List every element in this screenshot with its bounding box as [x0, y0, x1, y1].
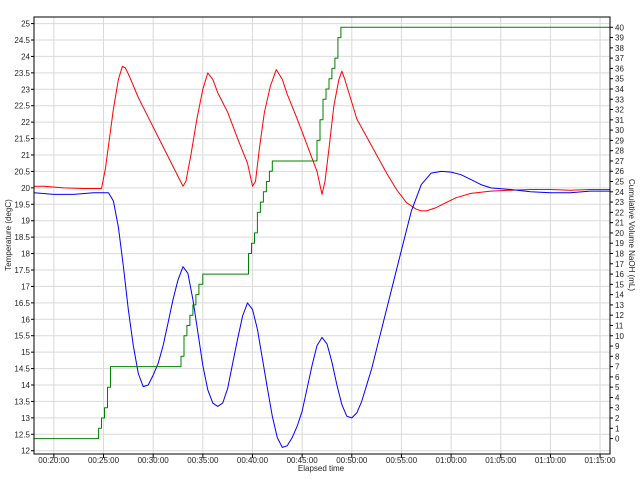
y-right-tick-label: 4 [615, 393, 620, 402]
y-right-tick-label: 40 [615, 23, 624, 32]
y-right-tick-label: 39 [615, 34, 624, 43]
y-left-tick-label: 20 [21, 184, 30, 193]
y-right-tick-label: 12 [615, 311, 624, 320]
y-left-tick-label: 16.5 [14, 299, 30, 308]
chart-container: 00:20:00 00:25:00 00:30:00 00:35:00 00:40:00… [0, 0, 640, 479]
y-right-tick-label: 5 [615, 383, 620, 392]
y-right-tick-label: 30 [615, 126, 624, 135]
x-tick-label: 00:35:00 [187, 456, 219, 465]
y-right-tick-label: 25 [615, 178, 624, 187]
y-left-tick-label: 22 [21, 118, 30, 127]
y-right-tick-label: 31 [615, 116, 624, 125]
y-left-tick-label: 21 [21, 151, 30, 160]
y-left-tick-label: 15 [21, 348, 30, 357]
x-tick-label: 00:55:00 [386, 456, 418, 465]
y-right-axis-title: Cumulative Volume NaOH (mL) [627, 179, 636, 291]
y-right-tick-label: 28 [615, 147, 624, 156]
y-right-tick-label: 22 [615, 208, 624, 217]
y-left-tick-label: 23 [21, 85, 30, 94]
y-left-tick-label: 17 [21, 282, 30, 291]
chart-svg: 00:20:00 00:25:00 00:30:00 00:35:00 00:40:00… [0, 0, 640, 479]
y-right-tick-label: 37 [615, 54, 624, 63]
y-right-tick-label: 35 [615, 75, 624, 84]
x-tick-label: 00:25:00 [88, 456, 120, 465]
y-left-tick-label: 19.5 [14, 200, 30, 209]
y-right-tick-label: 21 [615, 219, 624, 228]
chart-background [0, 0, 640, 479]
y-right-tick-label: 13 [615, 301, 624, 310]
y-right-tick-label: 1 [615, 424, 620, 433]
y-right-tick-label: 20 [615, 229, 624, 238]
y-right-tick-label: 38 [615, 44, 624, 53]
x-tick-label: 01:00:00 [436, 456, 468, 465]
y-right-tick-label: 17 [615, 260, 624, 269]
y-right-tick-label: 32 [615, 106, 624, 115]
y-right-tick-label: 16 [615, 270, 624, 279]
x-tick-label: 01:05:00 [485, 456, 517, 465]
y-right-tick-label: 27 [615, 157, 624, 166]
y-left-tick-label: 20.5 [14, 167, 30, 176]
y-left-tick-label: 23.5 [14, 69, 30, 78]
y-left-tick-label: 17.5 [14, 266, 30, 275]
x-tick-label: 00:20:00 [38, 456, 70, 465]
y-left-tick-label: 21.5 [14, 135, 30, 144]
y-left-tick-label: 19 [21, 217, 30, 226]
y-left-tick-label: 14.5 [14, 365, 30, 374]
y-right-tick-label: 26 [615, 167, 624, 176]
y-left-tick-label: 12.5 [14, 430, 30, 439]
y-right-tick-label: 10 [615, 332, 624, 341]
y-left-tick-label: 13.5 [14, 397, 30, 406]
x-tick-label: 01:15:00 [584, 456, 616, 465]
y-right-tick-label: 6 [615, 373, 620, 382]
y-right-tick-label: 34 [615, 85, 624, 94]
y-right-tick-label: 33 [615, 95, 624, 104]
y-right-tick-label: 24 [615, 188, 624, 197]
x-tick-label: 00:30:00 [138, 456, 170, 465]
x-tick-label: 00:40:00 [237, 456, 269, 465]
y-right-tick-label: 23 [615, 198, 624, 207]
y-right-tick-label: 11 [615, 321, 624, 330]
x-tick-label: 01:10:00 [535, 456, 567, 465]
y-right-tick-label: 2 [615, 414, 620, 423]
y-left-tick-label: 22.5 [14, 102, 30, 111]
y-left-tick-label: 12 [21, 447, 30, 456]
x-axis-title: Elapsed time [298, 464, 345, 473]
y-left-tick-label: 25 [21, 20, 30, 29]
y-right-tick-label: 29 [615, 136, 624, 145]
y-right-tick-label: 3 [615, 404, 620, 413]
y-right-tick-label: 19 [615, 239, 624, 248]
y-left-tick-label: 13 [21, 414, 30, 423]
y-right-tick-label: 7 [615, 363, 620, 372]
y-right-tick-label: 8 [615, 352, 620, 361]
y-right-tick-label: 36 [615, 64, 624, 73]
y-left-tick-label: 15.5 [14, 332, 30, 341]
y-right-tick-label: 15 [615, 280, 624, 289]
y-right-tick-label: 0 [615, 435, 620, 444]
y-left-tick-label: 18.5 [14, 233, 30, 242]
y-left-tick-label: 24.5 [14, 36, 30, 45]
y-right-tick-label: 14 [615, 291, 624, 300]
y-left-tick-label: 16 [21, 315, 30, 324]
y-left-tick-label: 14 [21, 381, 30, 390]
y-right-tick-label: 18 [615, 249, 624, 258]
y-left-tick-label: 24 [21, 52, 30, 61]
y-left-tick-label: 18 [21, 250, 30, 259]
y-right-tick-label: 9 [615, 342, 620, 351]
y-left-axis-title: Temperature (degC) [4, 199, 13, 271]
